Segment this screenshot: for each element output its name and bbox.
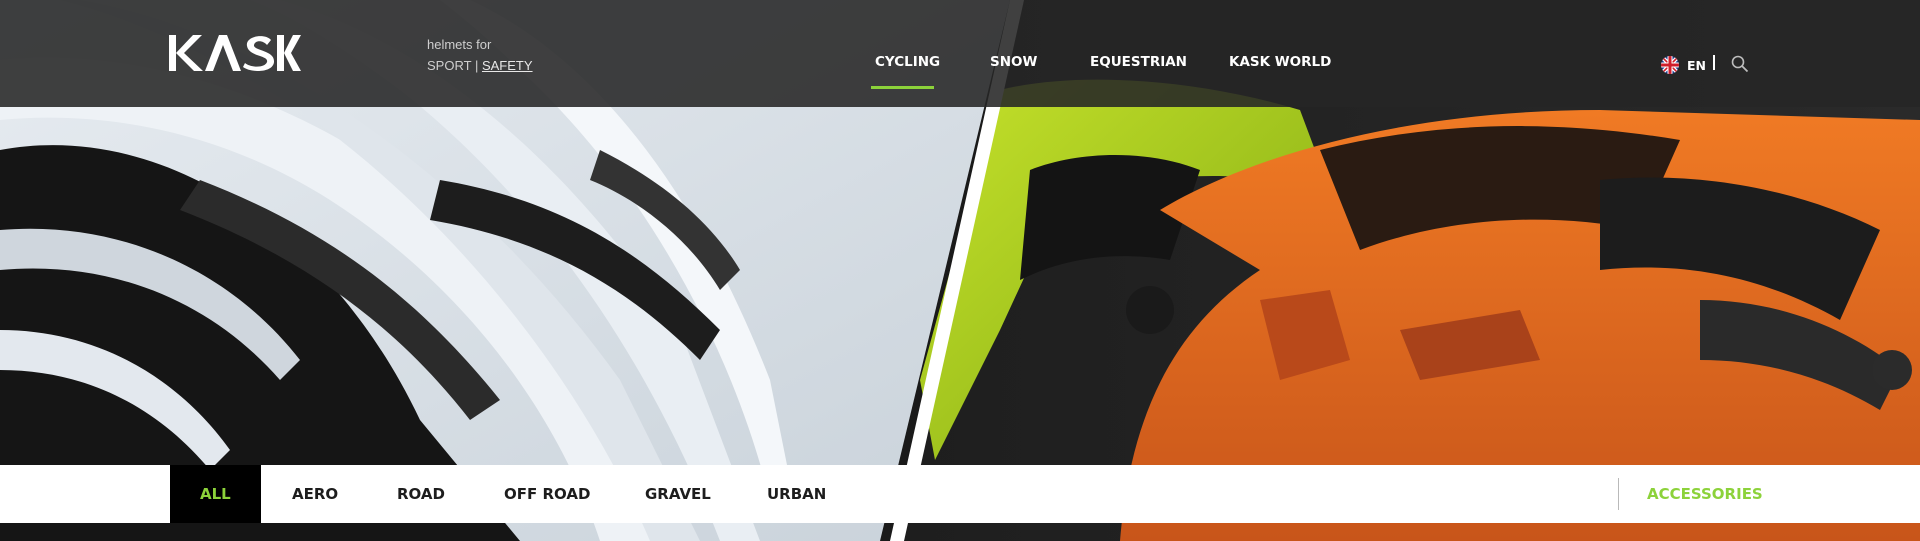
subnav-divider	[1618, 478, 1619, 510]
category-subnav: ALL AERO ROAD OFF ROAD GRAVEL URBAN ACCE…	[0, 465, 1920, 523]
nav-kask-world[interactable]: KASK WORLD	[1229, 54, 1331, 70]
kask-logo[interactable]	[169, 35, 301, 75]
subnav-urban[interactable]: URBAN	[767, 465, 826, 523]
subnav-aero[interactable]: AERO	[292, 465, 338, 523]
tagline-line1: helmets for	[427, 37, 492, 52]
nav-equestrian[interactable]: EQUESTRIAN	[1090, 54, 1187, 70]
nav-cycling[interactable]: CYCLING	[875, 54, 940, 70]
subnav-off-road[interactable]: OFF ROAD	[504, 465, 590, 523]
header-separator	[1713, 55, 1715, 70]
top-navigation-bar: helmets for SPORT | SAFETY CYCLING SNOW …	[0, 0, 1920, 107]
kask-logo-mark	[169, 35, 301, 72]
nav-snow[interactable]: SNOW	[990, 54, 1037, 70]
subnav-gravel[interactable]: GRAVEL	[645, 465, 711, 523]
language-code: EN	[1687, 57, 1707, 73]
search-icon[interactable]	[1731, 55, 1749, 77]
language-selector[interactable]: EN	[1661, 56, 1706, 74]
nav-active-indicator	[871, 86, 934, 89]
subnav-accessories[interactable]: ACCESSORIES	[1647, 465, 1763, 523]
tagline-divider: |	[474, 58, 479, 73]
subnav-all[interactable]: ALL	[200, 465, 231, 523]
tagline: helmets for SPORT | SAFETY	[427, 34, 533, 76]
tagline-safety-link[interactable]: SAFETY	[482, 58, 533, 73]
subnav-road[interactable]: ROAD	[397, 465, 445, 523]
tagline-sport: SPORT	[427, 58, 472, 73]
uk-flag-icon	[1661, 56, 1679, 74]
